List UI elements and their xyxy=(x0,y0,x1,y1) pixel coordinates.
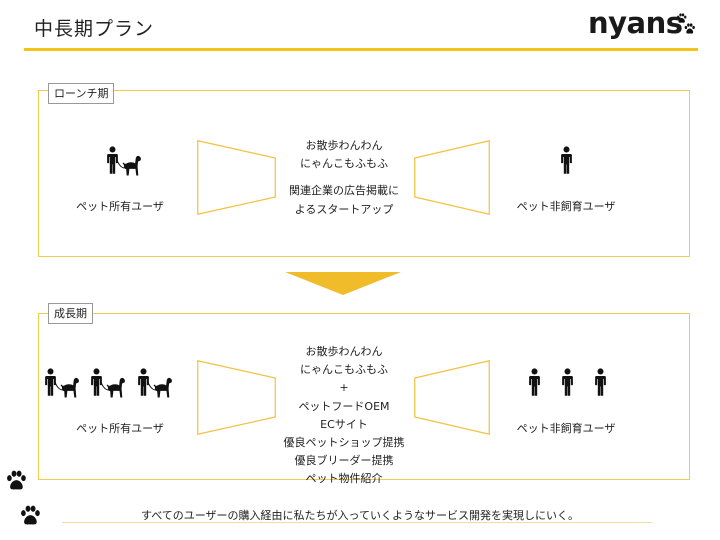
person-with-dog-icon xyxy=(44,368,82,403)
phase-transition-arrow xyxy=(285,272,401,295)
person-icon xyxy=(528,368,542,400)
paw-icon xyxy=(677,13,695,34)
launch-service-line: よるスタートアップ xyxy=(294,202,394,216)
growth-services: お散歩わんわん にゃんこもふもふ + ペットフードOEM ECサイト 優良ペット… xyxy=(262,343,426,489)
person-with-dog-icon xyxy=(106,146,144,181)
page-title: 中長期プラン xyxy=(34,18,155,40)
person-icon xyxy=(560,146,574,178)
person-with-dog-icon xyxy=(90,368,128,403)
footer-statement: すべてのユーザーの購入経由に私たちが入っていくようなサービス開発を実現しにいく。 xyxy=(140,509,580,522)
launch-service-line: お散歩わんわん xyxy=(305,139,383,152)
person-icon xyxy=(561,368,575,400)
growth-left-label: ペット所有ユーザ xyxy=(76,422,164,435)
footer-divider xyxy=(62,522,652,523)
growth-service-line: ペットフードOEM xyxy=(298,399,390,413)
growth-phase-label: 成長期 xyxy=(48,303,93,324)
growth-service-line: お散歩わんわん xyxy=(305,345,383,358)
person-with-dog-icon xyxy=(137,368,175,403)
launch-service-line: 関連企業の広告掲載に xyxy=(289,184,399,198)
launch-service-line: にゃんこもふもふ xyxy=(300,157,388,171)
growth-right-label: ペット非飼育ユーザ xyxy=(516,422,616,435)
growth-service-line: 優良ペットショップ提携 xyxy=(283,436,405,450)
title-divider xyxy=(24,48,698,51)
launch-right-funnel xyxy=(414,140,490,215)
launch-left-label: ペット所有ユーザ xyxy=(76,200,164,213)
growth-service-line: ECサイト xyxy=(320,417,368,431)
growth-service-line: にゃんこもふもふ xyxy=(300,363,388,377)
brand-logo: nyans xyxy=(588,6,683,40)
growth-right-funnel xyxy=(414,360,490,435)
launch-right-label: ペット非飼育ユーザ xyxy=(516,200,616,213)
growth-service-line: + xyxy=(339,381,349,395)
person-icon xyxy=(594,368,608,400)
launch-phase-label: ローンチ期 xyxy=(48,83,115,104)
paw-icon xyxy=(7,470,26,490)
growth-service-line: 優良ブリーダー提携 xyxy=(294,454,394,468)
launch-services: お散歩わんわん にゃんこもふもふ 関連企業の広告掲載に よるスタートアップ xyxy=(262,137,426,219)
growth-service-line: ペット物件紹介 xyxy=(305,472,383,486)
